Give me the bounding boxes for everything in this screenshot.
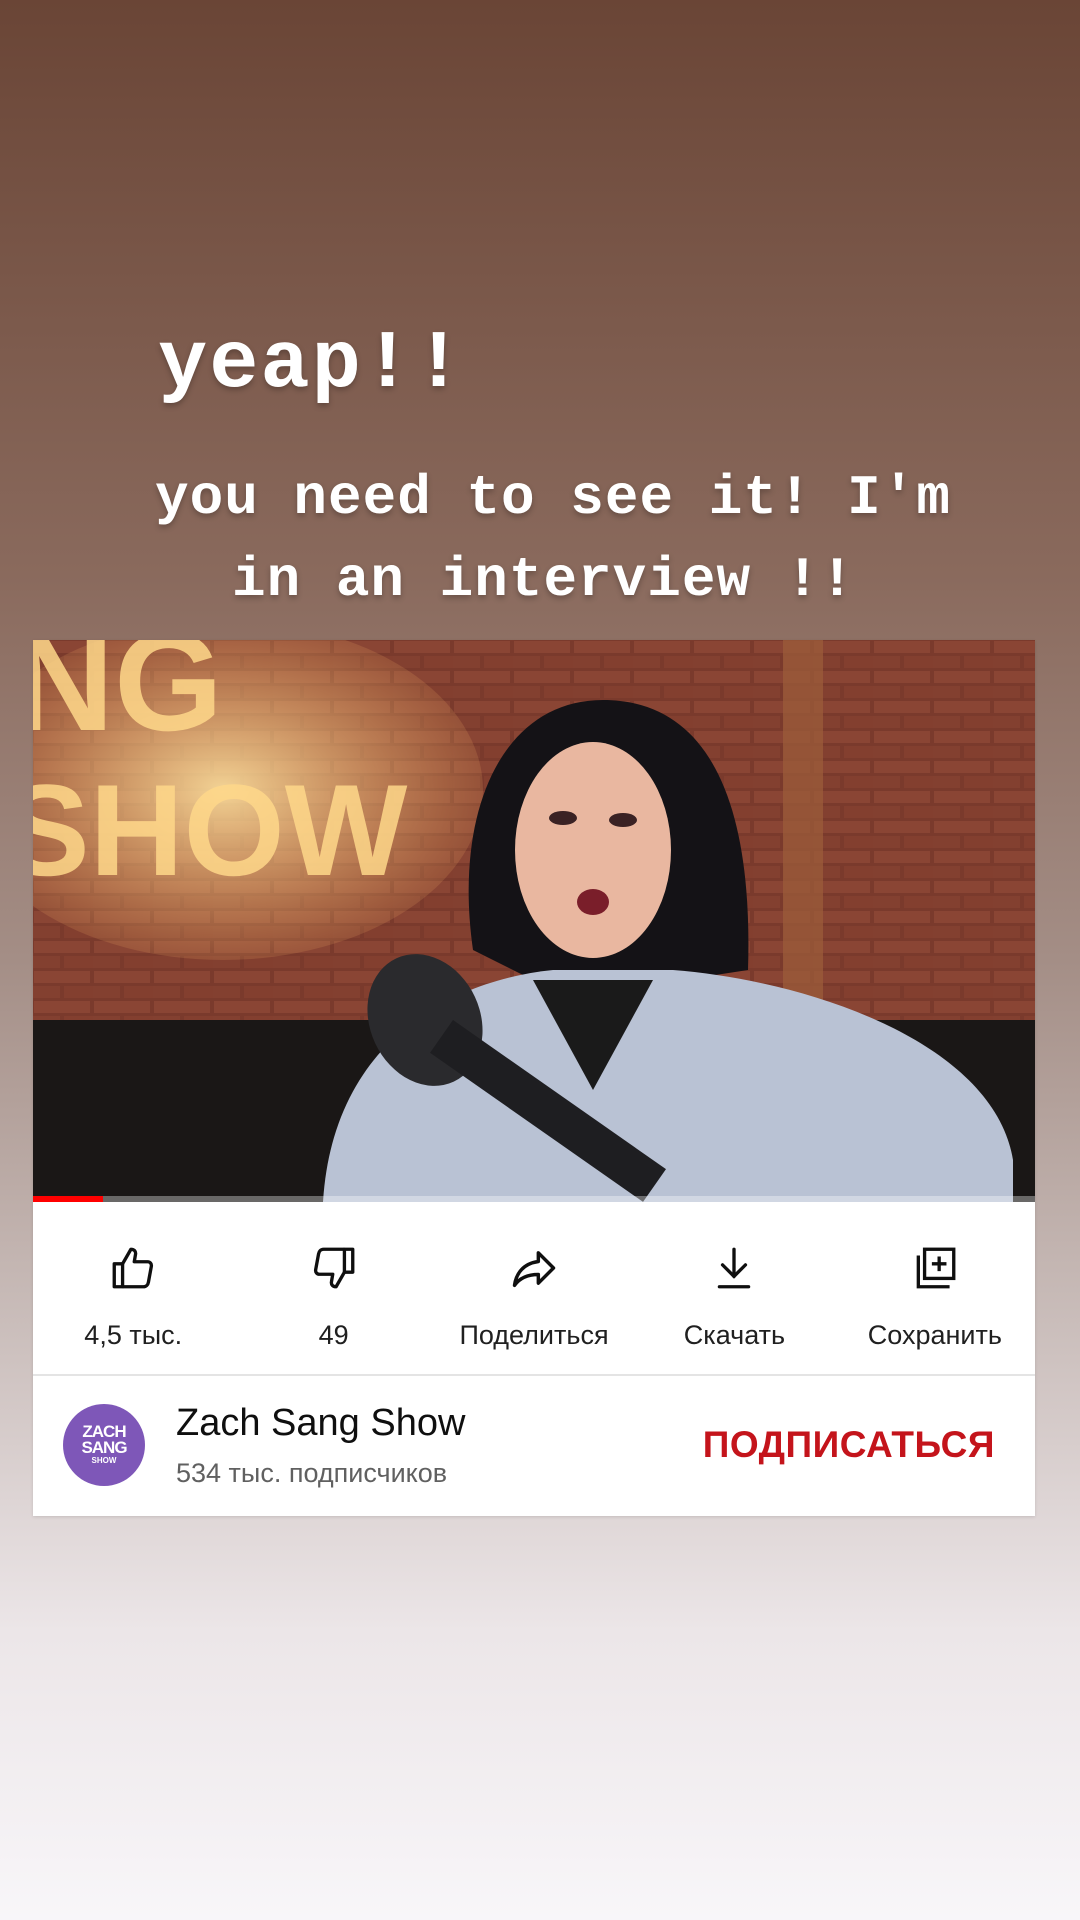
channel-subscriber-count: 534 тыс. подписчиков xyxy=(176,1458,448,1488)
subscribe-button[interactable]: ПОДПИСАТЬСЯ xyxy=(703,1424,995,1466)
download-icon xyxy=(708,1242,760,1294)
story-caption-line2: in an interview !! xyxy=(232,548,855,612)
download-button[interactable]: Скачать xyxy=(634,1202,834,1374)
story-caption-title: yeap!! xyxy=(158,318,466,411)
save-to-playlist-icon xyxy=(909,1242,961,1294)
dislike-count: 49 xyxy=(318,1320,349,1350)
avatar-text-line3: SHOW xyxy=(91,1456,117,1465)
like-button[interactable]: 4,5 тыс. xyxy=(33,1202,233,1374)
like-count: 4,5 тыс. xyxy=(84,1320,183,1350)
thumbs-up-icon xyxy=(107,1242,159,1294)
video-actions-bar: 4,5 тыс. 49 Поделиться Скачать Сохранить xyxy=(33,1202,1035,1376)
youtube-video-card[interactable]: NG SHOW 4,5 тыс. 49 Поделиться Скачать С… xyxy=(33,640,1035,1516)
channel-avatar[interactable]: ZACH SANG SHOW xyxy=(63,1404,145,1486)
avatar-text-line2: SANG xyxy=(81,1438,127,1457)
download-label: Скачать xyxy=(683,1320,786,1350)
video-background-text: SHOW xyxy=(33,757,408,903)
save-label: Сохранить xyxy=(867,1320,1002,1350)
share-icon xyxy=(508,1242,560,1294)
svg-text:NG: NG xyxy=(33,640,223,760)
thumbs-down-icon xyxy=(308,1242,360,1294)
story-caption-line1: you need to see it! I'm xyxy=(155,466,951,530)
channel-row: ZACH SANG SHOW Zach Sang Show 534 тыс. п… xyxy=(33,1376,1035,1516)
video-player[interactable]: NG SHOW xyxy=(33,640,1035,1202)
share-label: Поделиться xyxy=(459,1320,609,1350)
share-button[interactable]: Поделиться xyxy=(434,1202,634,1374)
video-frame-illustration: NG SHOW xyxy=(33,640,1035,1202)
dislike-button[interactable]: 49 xyxy=(233,1202,433,1374)
save-button[interactable]: Сохранить xyxy=(835,1202,1035,1374)
channel-name[interactable]: Zach Sang Show xyxy=(176,1402,465,1445)
